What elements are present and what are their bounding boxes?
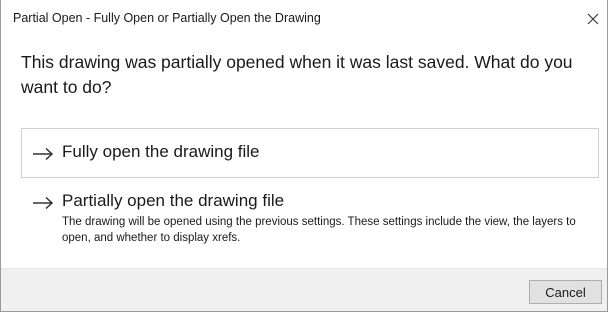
partially-open-description: The drawing will be opened using the pre… [62, 216, 576, 244]
partially-open-option[interactable]: Partially open the drawing file The draw… [21, 184, 599, 260]
title-bar: Partial Open - Fully Open or Partially O… [1, 0, 607, 38]
dialog-footer: Cancel [1, 268, 607, 312]
window-title: Partial Open - Fully Open or Partially O… [13, 11, 321, 25]
cancel-button[interactable]: Cancel [529, 280, 602, 304]
partially-open-label: Partially open the drawing file [62, 191, 285, 210]
partial-open-dialog: Partial Open - Fully Open or Partially O… [0, 0, 608, 312]
arrow-right-icon [33, 147, 54, 161]
fully-open-option[interactable]: Fully open the drawing file [21, 128, 599, 178]
close-button[interactable] [579, 0, 607, 38]
arrow-right-icon [33, 196, 54, 210]
question-text: This drawing was partially opened when i… [21, 52, 573, 97]
fully-open-label: Fully open the drawing file [62, 142, 260, 161]
close-icon [587, 13, 599, 25]
